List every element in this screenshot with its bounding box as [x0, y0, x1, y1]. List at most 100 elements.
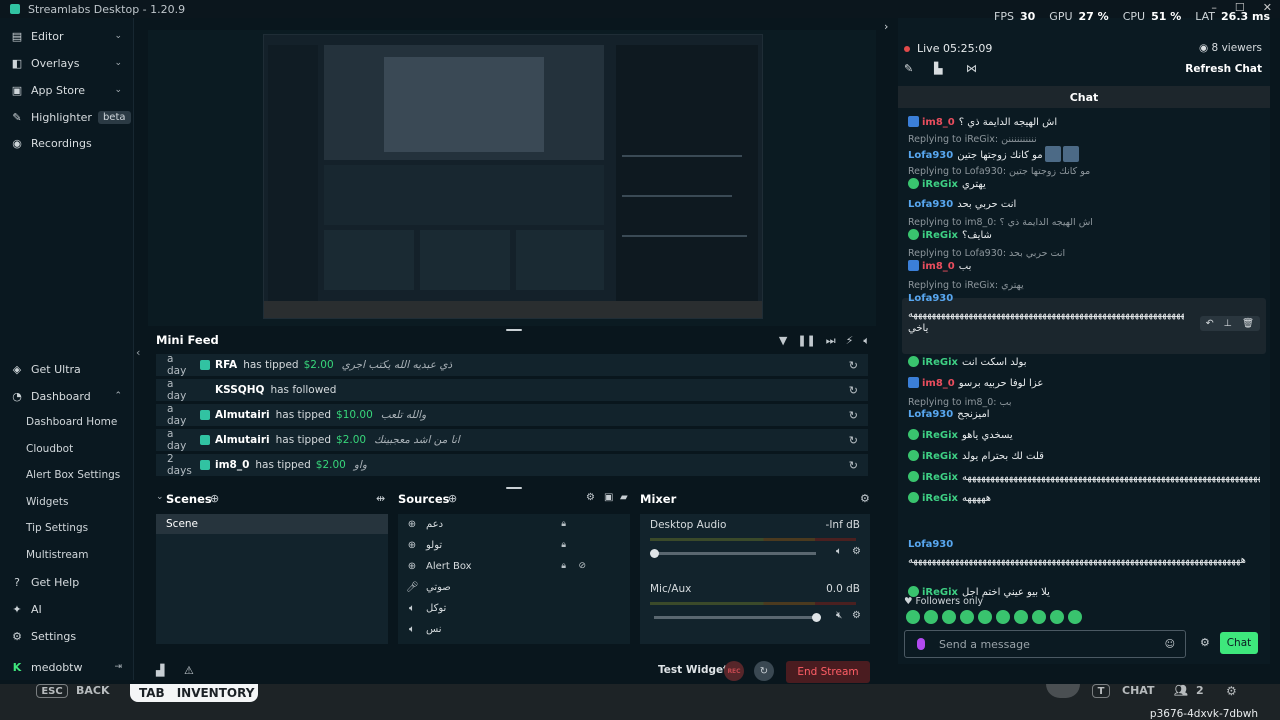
- record-button[interactable]: REC: [724, 661, 744, 681]
- visibility-off-icon[interactable]: ⊘: [578, 561, 586, 571]
- replay-alert-icon[interactable]: ↻: [849, 359, 858, 372]
- mic-icon[interactable]: [917, 638, 925, 650]
- chat-message[interactable]: Lofa930: [908, 538, 1260, 552]
- logout-icon[interactable]: ⇥: [114, 662, 122, 672]
- volume-slider-knob[interactable]: [812, 613, 821, 622]
- emote-icon[interactable]: [978, 610, 992, 624]
- channel-settings-icon[interactable]: ⚙: [852, 610, 861, 621]
- add-scene-icon[interactable]: ⊕: [210, 492, 219, 505]
- filter-icon[interactable]: ▼: [779, 334, 787, 348]
- notifications-icon[interactable]: ⚠: [184, 664, 194, 677]
- refresh-chat-button[interactable]: Refresh Chat: [1185, 63, 1262, 75]
- sidebar-item-settings[interactable]: ⚙ Settings: [0, 625, 134, 647]
- chat-message[interactable]: im8_0 عزا لوفا حربيه برسو: [908, 377, 1260, 391]
- chat-message[interactable]: iReGix هههههه: [908, 492, 1260, 506]
- source-item[interactable]: 🔈︎ توكل: [402, 598, 620, 618]
- lock-icon[interactable]: 🔒︎: [561, 519, 566, 529]
- chat-message[interactable]: iReGix هههههههههههههههههههههههههههههههههه…: [908, 471, 1260, 485]
- chat-message[interactable]: iReGix قلت لك بحترام يولد: [908, 450, 1260, 464]
- source-item[interactable]: ⊕ Alert Box 🔒︎ ⊘: [402, 556, 620, 576]
- chat-messages[interactable]: im8_0 اش الهيجه الدايمة ذي ؟ Replying to …: [898, 110, 1270, 598]
- source-group-icon[interactable]: ▣: [604, 492, 613, 503]
- emote-icon[interactable]: [1050, 610, 1064, 624]
- emote-icon[interactable]: [1068, 610, 1082, 624]
- chat-message[interactable]: Lofa930 مو كانك زوجتها جتين: [908, 146, 1260, 163]
- scene-collapse-icon[interactable]: ⇹: [376, 492, 385, 505]
- source-tools-icon[interactable]: ⚙: [586, 492, 595, 503]
- chat-message[interactable]: iReGix يسخدي ياهو: [908, 429, 1260, 443]
- feed-row[interactable]: a day Almutairi has tipped $2.00 انا من …: [156, 428, 868, 452]
- feed-row[interactable]: a day Almutairi has tipped $10.00 والله …: [156, 403, 868, 427]
- replay-alert-icon[interactable]: ↻: [849, 459, 858, 472]
- sidebar-item-overlays[interactable]: ◧ Overlays ⌄: [0, 52, 134, 74]
- volume-slider-knob[interactable]: [650, 549, 659, 558]
- sidebar-item-recordings[interactable]: ◉ Recordings: [0, 132, 134, 154]
- lock-icon[interactable]: 🔒︎: [561, 540, 566, 550]
- emoji-picker-icon[interactable]: ☺: [1165, 639, 1175, 650]
- chat-popout-icon[interactable]: ▙: [934, 62, 942, 75]
- replay-alert-icon[interactable]: ↻: [849, 409, 858, 422]
- chat-message[interactable]: iReGix شايف؟: [908, 229, 1260, 243]
- emote-icon[interactable]: [1032, 610, 1046, 624]
- sidebar-item-cloudbot[interactable]: Cloudbot: [26, 443, 73, 455]
- sidebar-user[interactable]: K medobtw ⇥: [0, 656, 134, 678]
- volume-slider-desktop[interactable]: [650, 549, 816, 558]
- volume-slider-mic[interactable]: [654, 613, 821, 622]
- chat-message-input[interactable]: Send a message ☺: [904, 630, 1186, 658]
- sidebar-item-dashboard[interactable]: ◔ Dashboard ⌃: [0, 385, 134, 407]
- emote-icon[interactable]: [924, 610, 938, 624]
- chat-settings-icon[interactable]: ⚙: [1200, 636, 1210, 649]
- channel-settings-icon[interactable]: ⚙: [852, 546, 861, 557]
- scene-item[interactable]: Scene: [156, 514, 388, 534]
- sidebar-item-ai[interactable]: ✦ AI: [0, 598, 134, 620]
- chat-message[interactable]: iReGix بولد اسكت انت: [908, 356, 1260, 370]
- sidebar-item-dashboard-home[interactable]: Dashboard Home: [26, 416, 117, 428]
- sidebar-item-multistream[interactable]: Multistream: [26, 549, 88, 561]
- chat-send-button[interactable]: Chat: [1220, 632, 1258, 654]
- emote-icon[interactable]: [942, 610, 956, 624]
- sidebar-item-alert-box-settings[interactable]: Alert Box Settings: [26, 469, 120, 481]
- source-item[interactable]: ⊕ تولو 🔒︎: [402, 535, 620, 555]
- sidebar-item-tip-settings[interactable]: Tip Settings: [26, 522, 88, 534]
- performance-chart-icon[interactable]: ▟: [156, 664, 164, 677]
- emote-icon[interactable]: [1014, 610, 1028, 624]
- lock-icon[interactable]: 🔒︎: [561, 561, 566, 571]
- mixer-settings-icon[interactable]: ⚙: [860, 492, 870, 505]
- chat-message[interactable]: Lofa930 انت حربي بحد: [908, 198, 1260, 212]
- volume-icon[interactable]: 🔈︎: [863, 334, 870, 348]
- sidebar-item-editor[interactable]: ▤ Editor ⌄: [0, 25, 134, 47]
- collapse-sidebar-icon[interactable]: ‹: [136, 346, 140, 359]
- stream-preview[interactable]: [263, 34, 763, 319]
- chevron-down-icon[interactable]: ⌄: [156, 492, 164, 502]
- sidebar-item-highlighter[interactable]: ✎ Highlighter beta: [0, 106, 134, 128]
- chat-message[interactable]: Lofa930: [908, 292, 1260, 306]
- chat-message[interactable]: Lofa930 اميزنجح: [908, 408, 1260, 422]
- pin-icon[interactable]: ⊥: [1224, 318, 1232, 329]
- source-item[interactable]: 🔈︎ نس: [402, 619, 620, 639]
- test-widgets-button[interactable]: Test Widgets: [658, 664, 734, 676]
- sidebar-item-app-store[interactable]: ▣ App Store ⌄: [0, 79, 134, 101]
- feed-row[interactable]: 2 days im8_0 has tipped $2.00 واو ↻: [156, 453, 868, 477]
- edit-stream-info-icon[interactable]: ✎: [904, 62, 913, 75]
- mute-alerts-icon[interactable]: ⚡: [846, 334, 854, 348]
- skip-icon[interactable]: ⏭: [826, 334, 836, 348]
- replay-alert-icon[interactable]: ↻: [849, 434, 858, 447]
- source-item[interactable]: ⊕ دعم 🔒︎: [402, 514, 620, 534]
- folder-icon[interactable]: ▰: [620, 492, 628, 503]
- share-icon[interactable]: ⋈: [966, 62, 977, 75]
- collapse-chat-icon[interactable]: ›: [884, 20, 888, 33]
- feed-row[interactable]: a day KSSQHQ has followed ↻: [156, 378, 868, 402]
- sidebar-item-get-help[interactable]: ? Get Help: [0, 571, 134, 593]
- feed-row[interactable]: a day RFA has tipped $2.00 ذي عبديه الله…: [156, 353, 868, 377]
- delete-icon[interactable]: 🗑︎: [1242, 318, 1254, 329]
- sidebar-item-widgets[interactable]: Widgets: [26, 496, 68, 508]
- emote-icon[interactable]: [906, 610, 920, 624]
- emote-icon[interactable]: [996, 610, 1010, 624]
- replay-alert-icon[interactable]: ↻: [849, 384, 858, 397]
- speaker-icon[interactable]: 🔈︎: [836, 546, 842, 557]
- add-source-icon[interactable]: ⊕: [448, 492, 457, 505]
- replay-buffer-button[interactable]: ↻: [754, 661, 774, 681]
- chat-message[interactable]: iReGix يهتري: [908, 178, 1260, 192]
- reply-icon[interactable]: ↶: [1206, 318, 1214, 329]
- pause-icon[interactable]: ❚❚: [797, 334, 815, 348]
